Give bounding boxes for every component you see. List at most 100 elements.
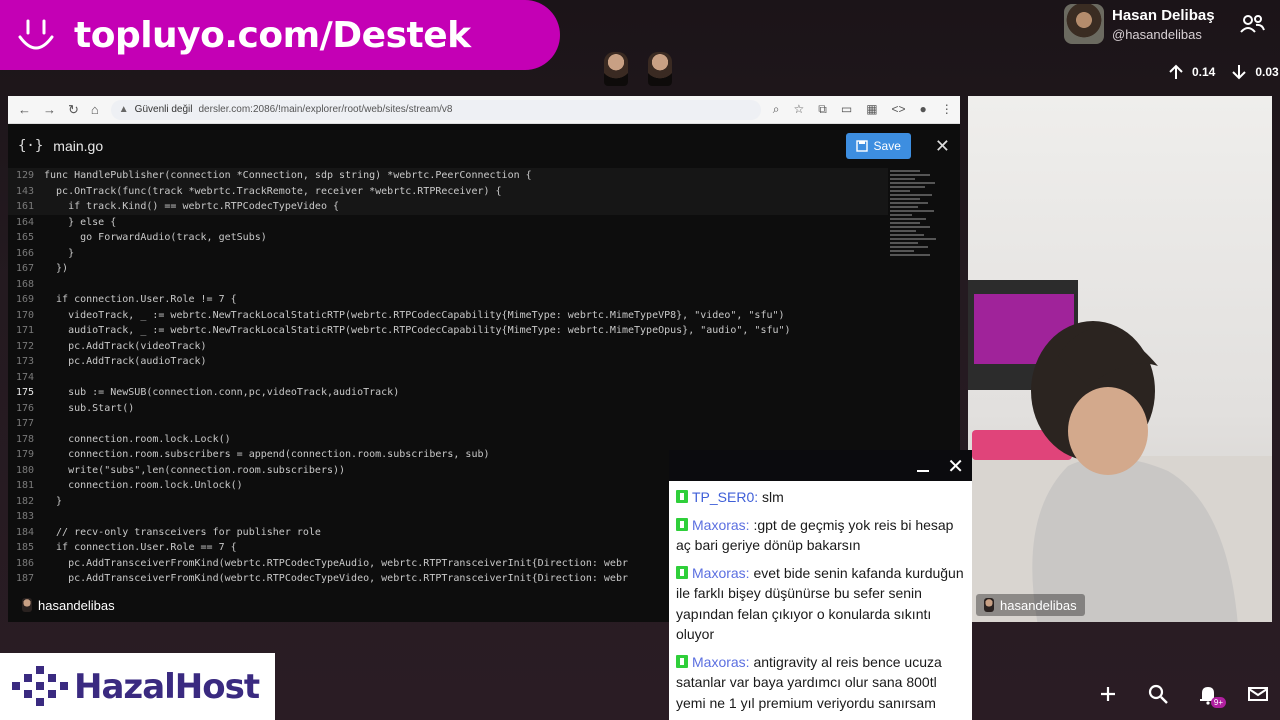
line-number: 168 [15,278,34,290]
star-icon[interactable]: ☆ [794,102,805,117]
code-icon[interactable]: <> [892,102,906,117]
code-line[interactable]: 166 } [8,246,888,262]
kick-icon [676,490,688,503]
menu-icon[interactable]: ⋮ [941,102,953,117]
close-icon[interactable]: ✕ [935,136,950,157]
line-number: 129 [15,170,34,181]
line-text: connection.room.lock.Unlock() [44,480,243,491]
bottom-toolbar: 9+ [1096,682,1270,708]
arrow-down-icon [1232,65,1247,80]
streamer-profile[interactable]: Hasan Delibaş @hasandelibas [1064,4,1215,44]
devices-icon[interactable]: ▭ [841,102,852,117]
chat-message: Maxoras: :gpt de geçmiş yok reis bi hesa… [676,515,965,556]
code-line[interactable]: 174 [8,370,888,386]
code-line[interactable]: 175 sub := NewSUB(connection.conn,pc,vid… [8,385,888,401]
line-number: 167 [15,263,34,274]
back-icon[interactable]: ← [18,102,31,117]
save-button[interactable]: Save [845,133,911,159]
code-line[interactable]: 173 pc.AddTrack(audioTrack) [8,354,888,370]
code-line[interactable]: 143 pc.OnTrack(func(track *webrtc.TrackR… [8,183,888,199]
code-line[interactable]: 165 go ForwardAudio(track, getSubs) [8,230,888,246]
forward-icon[interactable]: → [43,102,56,117]
code-line[interactable]: 161 if track.Kind() == webrtc.RTPCodecTy… [8,199,888,215]
hazalhost-logo: HazalHost [0,653,275,720]
participant-avatar[interactable] [604,52,628,86]
code-minimap[interactable] [890,168,950,368]
code-line[interactable]: 168 [8,277,888,293]
code-line[interactable]: 167 }) [8,261,888,277]
code-line[interactable]: 176 sub.Start() [8,401,888,417]
address-bar[interactable]: ▲ Güvenli değil dersler.com:2086/!main/e… [110,99,761,120]
search-icon[interactable] [1146,682,1170,706]
profile-icon[interactable]: ● [920,102,927,117]
notification-badge: 9+ [1210,697,1226,708]
editor-header: {·} main.go Save ✕ [8,124,960,168]
line-text: func HandlePublisher(connection *Connect… [44,170,532,181]
chat-username[interactable]: Maxoras: [692,517,750,533]
code-line[interactable]: 171 audioTrack, _ := webrtc.NewTrackLoca… [8,323,888,339]
line-text: connection.room.subscribers = append(con… [44,449,490,460]
chat-username[interactable]: Maxoras: [692,654,750,670]
chat-message: Maxoras: evet bide senin kafanda kurduğu… [676,563,965,645]
line-text: write("subs",len(connection.room.subscri… [44,464,346,476]
notification-button[interactable]: 9+ [1196,682,1226,708]
line-text: }) [44,263,69,274]
line-number: 182 [15,495,34,507]
line-number: 169 [15,294,34,305]
screen-share-owner: hasandelibas [38,597,115,613]
code-line[interactable]: 169 if connection.User.Role != 7 { [8,292,888,308]
line-number: 166 [15,247,34,259]
chat-header: ✕ [669,450,972,481]
upload-rate: 0.14 [1192,65,1216,79]
participant-avatar[interactable] [648,52,672,86]
line-number: 173 [15,356,34,367]
avatar[interactable] [1064,4,1104,44]
people-icon[interactable] [1238,12,1266,36]
security-label: Güvenli değil [134,104,193,115]
extensions-icon[interactable]: ⧉ [818,102,827,117]
mail-icon[interactable] [1246,682,1270,706]
line-number: 176 [15,402,34,414]
chat-username[interactable]: Maxoras: [692,565,750,581]
close-icon[interactable]: ✕ [947,456,964,476]
line-text: if connection.User.Role != 7 { [44,294,237,305]
line-text: go ForwardAudio(track, getSubs) [44,232,267,243]
zoom-icon[interactable]: ⌕ [773,102,780,117]
line-text: if connection.User.Role == 7 { [44,542,237,553]
home-icon[interactable]: ⌂ [91,102,99,117]
line-number: 172 [15,340,34,352]
code-line[interactable]: 129 func HandlePublisher(connection *Conn… [8,168,888,184]
line-text: pc.AddTrack(audioTrack) [44,356,207,367]
code-line[interactable]: 164 } else { [8,215,888,231]
line-text: videoTrack, _ := webrtc.NewTrackLocalSta… [44,309,785,321]
line-text: } [44,495,63,507]
chat-messages: TP_SER0: slm Maxoras: :gpt de geçmiş yok … [669,481,972,720]
chat-username[interactable]: TP_SER0: [692,489,758,505]
line-text: pc.AddTrack(videoTrack) [44,340,207,352]
streamer-video [1031,321,1238,622]
save-label: Save [873,139,901,153]
minimize-icon[interactable] [917,469,930,472]
download-rate: 0.03 [1255,65,1279,79]
line-number: 185 [15,542,34,553]
code-line[interactable]: 172 pc.AddTrack(videoTrack) [8,339,888,355]
line-number: 143 [15,185,34,197]
code-line[interactable]: 177 [8,416,888,432]
chat-text: slm [758,489,784,505]
line-text: } [44,247,75,259]
network-stats: 0.14 0.03 [1166,62,1279,82]
profile-handle: @hasandelibas [1112,26,1202,42]
grid-icon[interactable]: ▦ [866,102,877,117]
line-number: 179 [15,449,34,460]
code-line[interactable]: 170 videoTrack, _ := webrtc.NewTrackLoca… [8,308,888,324]
line-text: pc.OnTrack(func(track *webrtc.TrackRemot… [44,185,502,197]
topluyo-banner: topluyo.com/Destek [0,0,560,70]
plus-icon[interactable] [1096,682,1120,706]
line-number: 165 [15,232,34,243]
chat-overlay[interactable]: ✕ TP_SER0: slm Maxoras: :gpt de geçmiş yo… [669,450,972,720]
code-line[interactable]: 178 connection.room.lock.Lock() [8,432,888,448]
reload-icon[interactable]: ↻ [68,102,79,118]
hazalhost-mark-icon [12,665,68,706]
line-number: 180 [15,464,34,476]
warning-icon: ▲ [118,104,129,115]
